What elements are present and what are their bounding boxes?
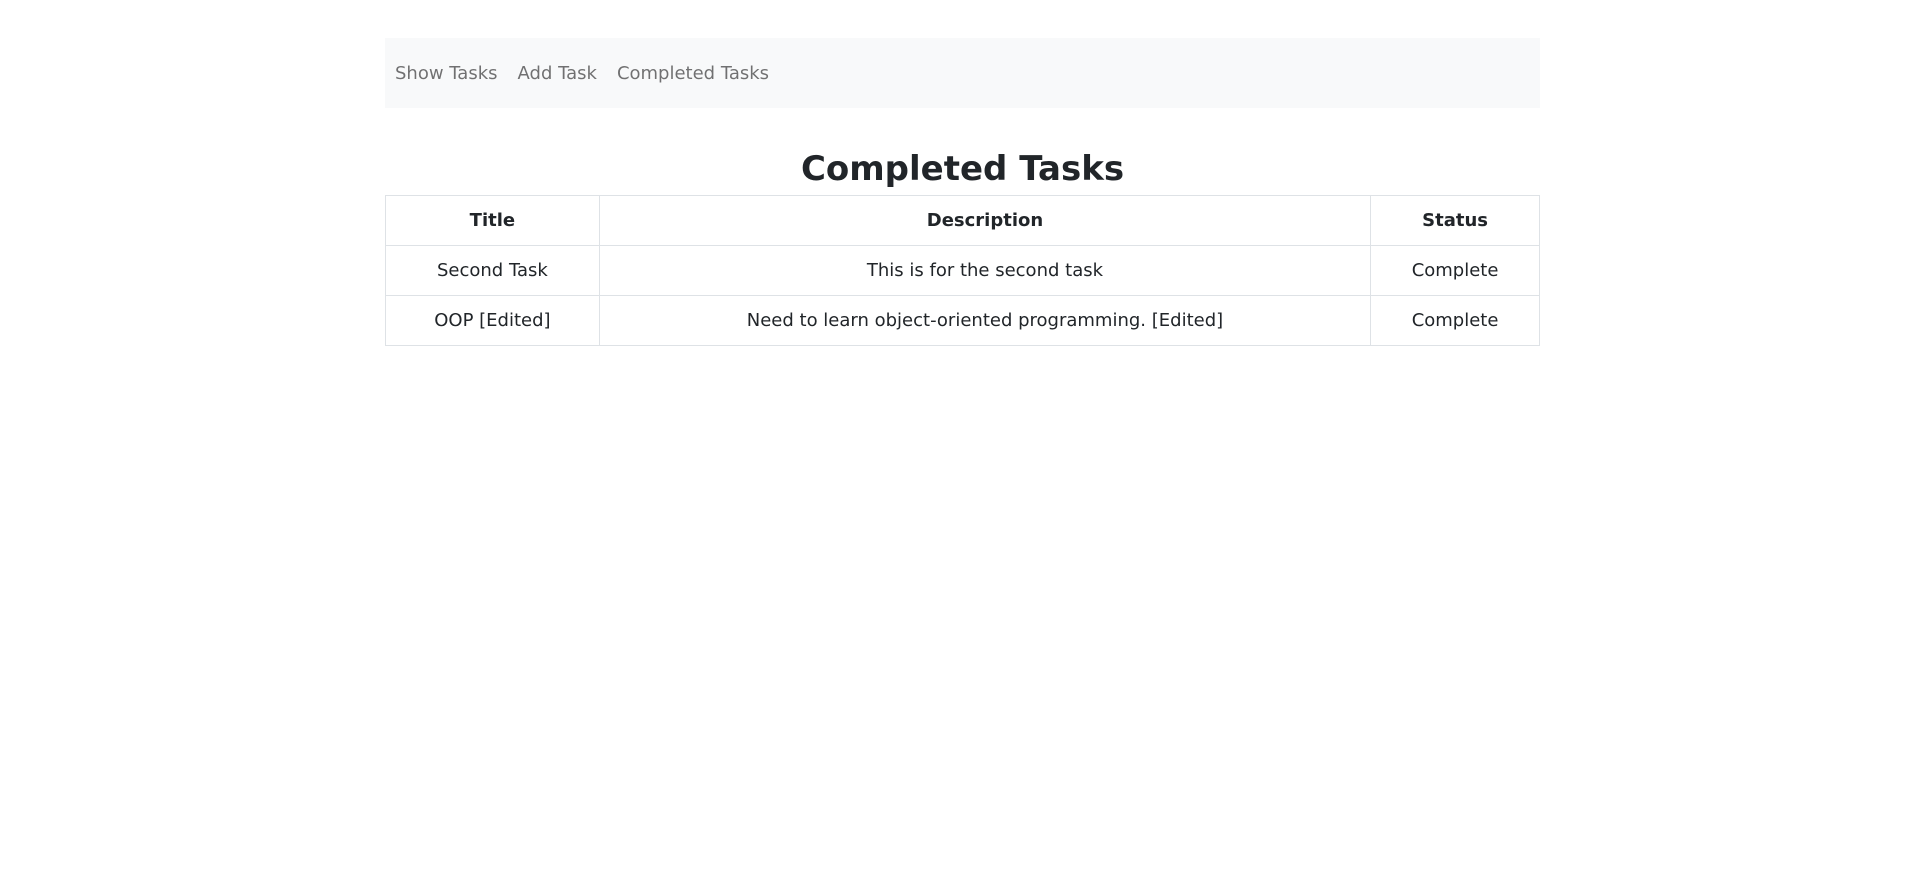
task-status-cell: Complete: [1370, 295, 1540, 346]
column-header-title: Title: [385, 195, 600, 246]
nav-link-show-tasks[interactable]: Show Tasks: [395, 63, 498, 84]
navbar: Show Tasks Add Task Completed Tasks: [385, 38, 1540, 108]
task-title-cell: Second Task: [385, 245, 600, 296]
table-header-row: Title Description Status: [385, 195, 1540, 246]
nav-link-add-task[interactable]: Add Task: [518, 63, 597, 84]
table-row: OOP [Edited] Need to learn object-orient…: [385, 295, 1540, 346]
page-title: Completed Tasks: [800, 149, 1125, 189]
nav-link-completed-tasks[interactable]: Completed Tasks: [617, 63, 769, 84]
task-status-cell: Complete: [1370, 245, 1540, 296]
page-container: Show Tasks Add Task Completed Tasks Comp…: [385, 38, 1540, 346]
task-title-cell: OOP [Edited]: [385, 295, 600, 346]
column-header-description: Description: [598, 195, 1372, 246]
completed-tasks-table: Title Description Status Second Task Thi…: [385, 195, 1540, 346]
column-header-status: Status: [1370, 195, 1540, 246]
task-description-cell: This is for the second task: [598, 245, 1372, 296]
task-description-cell: Need to learn object-oriented programmin…: [598, 295, 1372, 346]
table-row: Second Task This is for the second task …: [385, 245, 1540, 296]
